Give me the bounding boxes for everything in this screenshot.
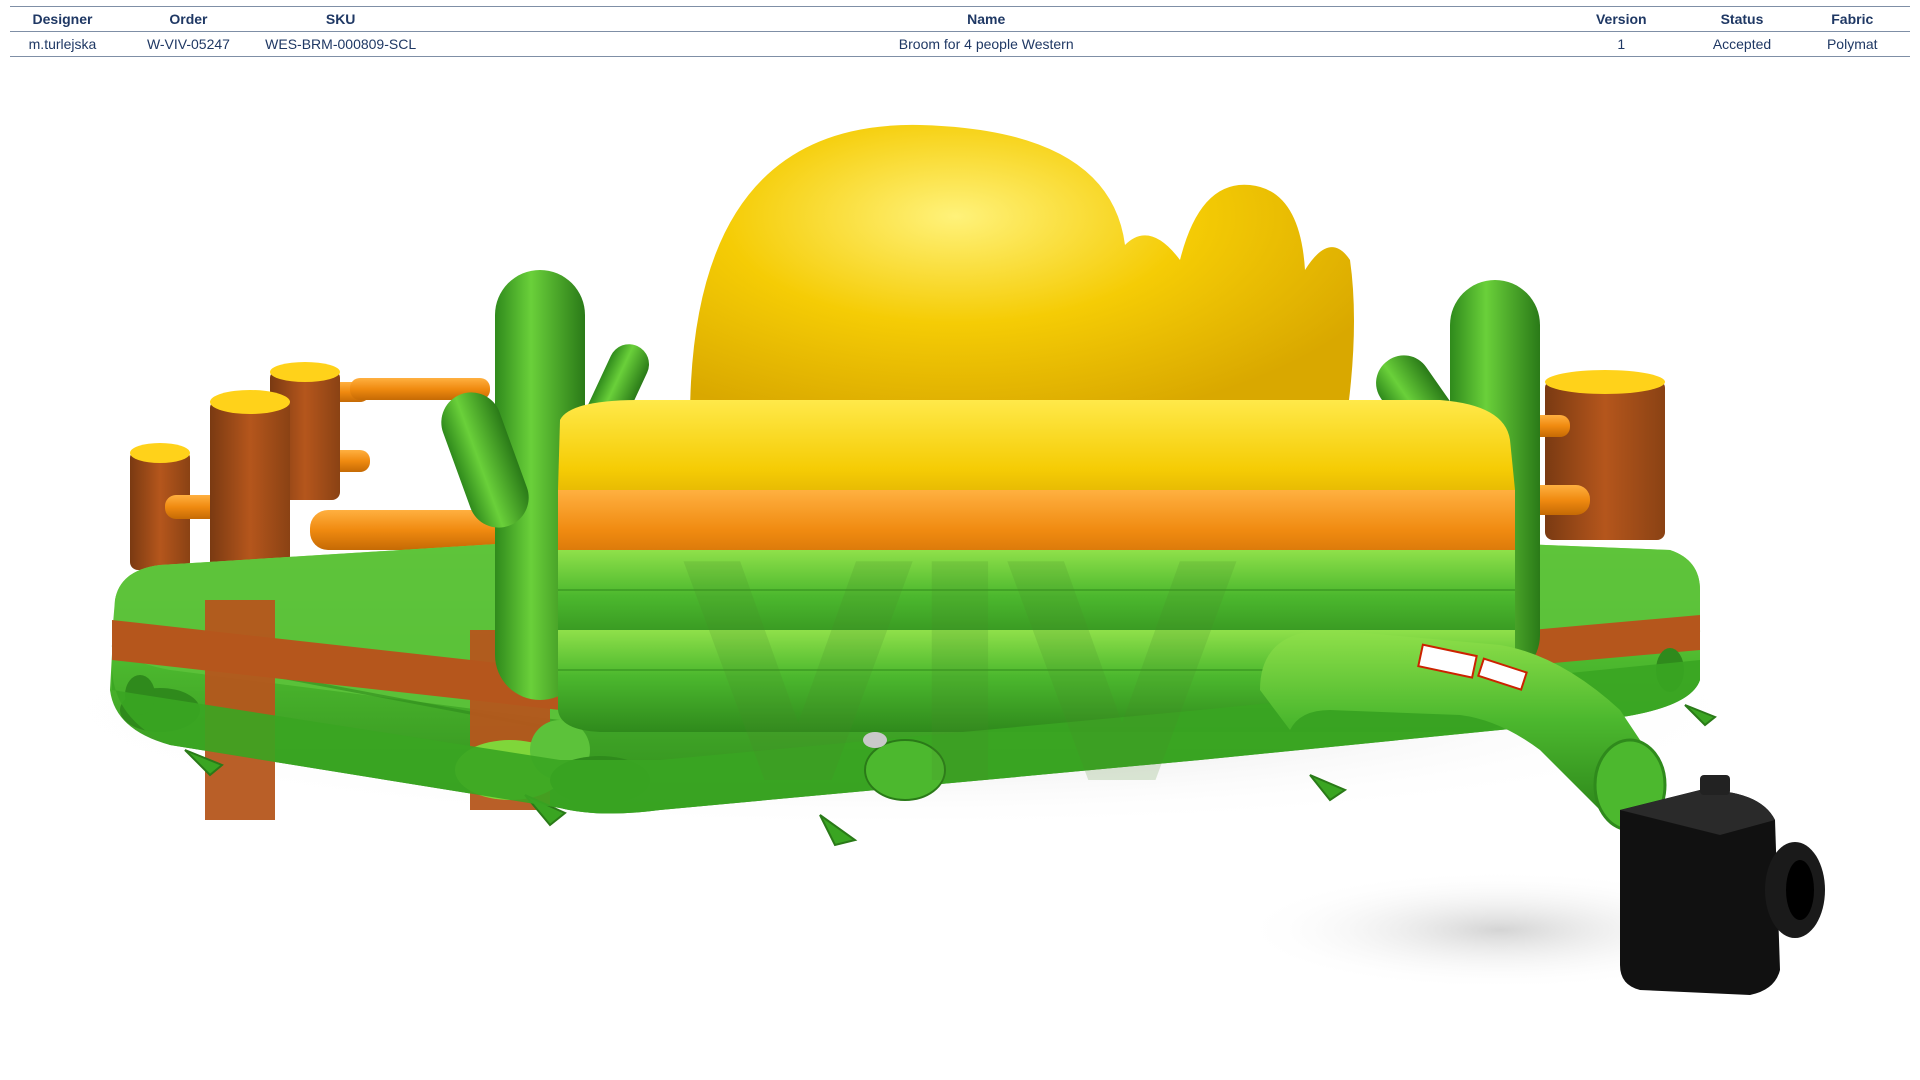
header-fabric: Fabric	[1794, 6, 1910, 32]
header-version: Version	[1553, 6, 1690, 32]
header-name: Name	[419, 6, 1554, 32]
header-status: Status	[1689, 6, 1795, 32]
header-sku: SKU	[261, 6, 420, 32]
blower-icon	[1620, 775, 1825, 995]
cell-status: Accepted	[1689, 31, 1795, 57]
cell-order: W-VIV-05247	[114, 31, 262, 57]
sun-backdrop	[690, 124, 1354, 430]
cell-fabric: Polymat	[1794, 31, 1910, 57]
cell-version: 1	[1553, 31, 1690, 57]
spec-table: Designer Order SKU Name Version Status F…	[10, 6, 1910, 57]
inflatable-render: VIV	[20, 124, 1825, 995]
spec-table-header-row: Designer Order SKU Name Version Status F…	[10, 6, 1910, 32]
table-row: m.turlejska W-VIV-05247 WES-BRM-000809-S…	[10, 31, 1910, 57]
spec-sheet-page: Designer Order SKU Name Version Status F…	[0, 0, 1920, 1080]
watermark-logo: VIV	[682, 502, 1240, 851]
header-order: Order	[114, 6, 262, 32]
cell-designer: m.turlejska	[10, 31, 115, 57]
cell-sku: WES-BRM-000809-SCL	[261, 31, 420, 57]
header-designer: Designer	[10, 6, 115, 32]
cell-name: Broom for 4 people Western	[419, 31, 1554, 57]
